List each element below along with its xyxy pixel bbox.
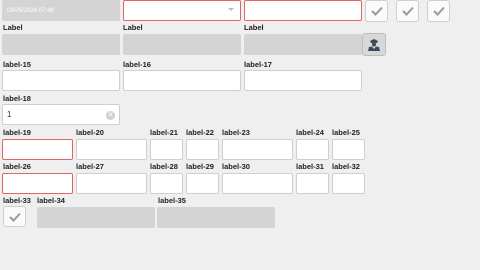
input-26[interactable] — [2, 173, 73, 194]
chevron-down-icon — [228, 8, 234, 11]
label-25: label-25 — [332, 128, 360, 137]
label-27: label-27 — [76, 162, 104, 171]
label-22: label-22 — [186, 128, 214, 137]
input-24[interactable] — [296, 139, 329, 160]
label-c: Label — [244, 23, 264, 32]
number-input-18[interactable]: 1 ✕ — [2, 104, 120, 125]
label-16: label-16 — [123, 60, 151, 69]
number-input-value: 1 — [7, 110, 12, 119]
date-field-value: 09/05/2024 07:48 — [7, 7, 54, 14]
disabled-field-34 — [37, 207, 155, 228]
disabled-field-2 — [123, 34, 241, 55]
input-32[interactable] — [332, 173, 365, 194]
checkbox-2[interactable] — [396, 0, 419, 22]
input-21[interactable] — [150, 139, 183, 160]
text-field-1[interactable] — [244, 0, 362, 21]
label-a: Label — [3, 23, 23, 32]
label-17: label-17 — [244, 60, 272, 69]
input-25[interactable] — [332, 139, 365, 160]
select-field[interactable] — [123, 0, 241, 21]
agent-button[interactable] — [362, 33, 386, 56]
checkbox-3[interactable] — [427, 0, 450, 22]
input-19[interactable] — [2, 139, 73, 160]
label-28: label-28 — [150, 162, 178, 171]
input-15[interactable] — [2, 70, 120, 91]
checkbox-33[interactable] — [3, 206, 26, 227]
label-24: label-24 — [296, 128, 324, 137]
check-icon — [432, 6, 445, 16]
clear-icon[interactable]: ✕ — [106, 111, 115, 120]
label-34: label-34 — [37, 196, 65, 205]
date-field[interactable]: 09/05/2024 07:48 — [2, 0, 120, 21]
check-icon — [370, 6, 383, 16]
input-31[interactable] — [296, 173, 329, 194]
checkbox-1[interactable] — [365, 0, 388, 22]
label-35: label-35 — [158, 196, 186, 205]
input-20[interactable] — [76, 139, 147, 160]
label-31: label-31 — [296, 162, 324, 171]
label-32: label-32 — [332, 162, 360, 171]
check-icon — [8, 212, 21, 222]
disabled-field-1 — [2, 34, 120, 55]
agent-icon — [368, 39, 380, 51]
label-19: label-19 — [3, 128, 31, 137]
input-30[interactable] — [222, 173, 293, 194]
input-22[interactable] — [186, 139, 219, 160]
label-33: label-33 — [3, 196, 31, 205]
check-icon — [401, 6, 414, 16]
label-30: label-30 — [222, 162, 250, 171]
disabled-field-3 — [244, 34, 362, 55]
label-29: label-29 — [186, 162, 214, 171]
label-18: label-18 — [3, 94, 31, 103]
input-16[interactable] — [123, 70, 241, 91]
input-27[interactable] — [76, 173, 147, 194]
label-21: label-21 — [150, 128, 178, 137]
input-17[interactable] — [244, 70, 362, 91]
input-28[interactable] — [150, 173, 183, 194]
label-23: label-23 — [222, 128, 250, 137]
label-26: label-26 — [3, 162, 31, 171]
input-23[interactable] — [222, 139, 293, 160]
label-b: Label — [123, 23, 143, 32]
label-20: label-20 — [76, 128, 104, 137]
input-29[interactable] — [186, 173, 219, 194]
disabled-field-35 — [157, 207, 275, 228]
label-15: label-15 — [3, 60, 31, 69]
